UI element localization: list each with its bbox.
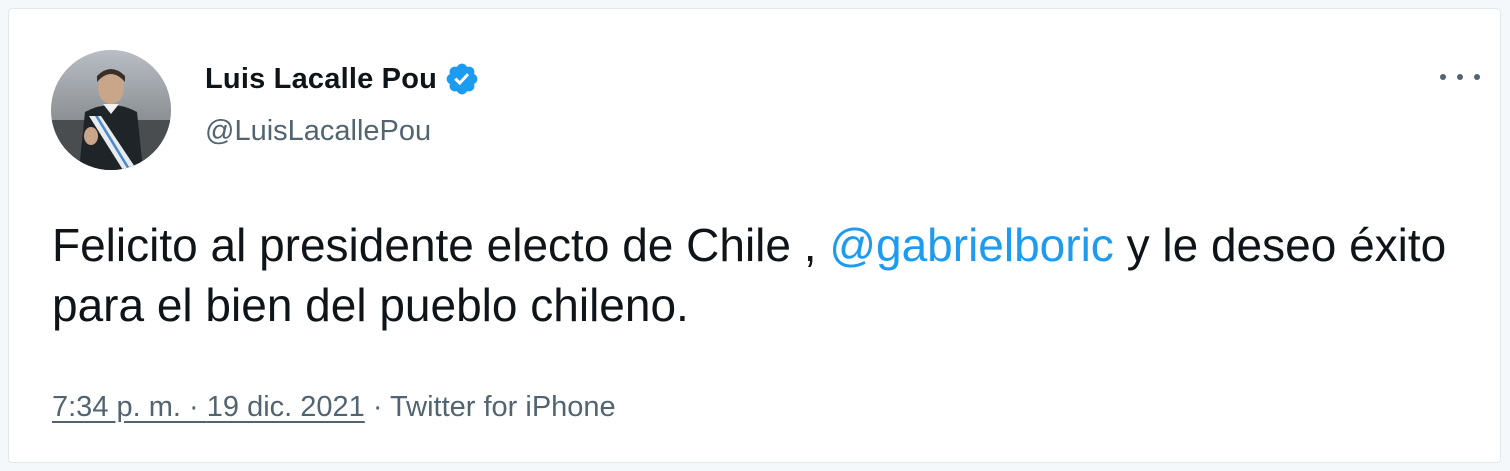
separator: · [364, 391, 391, 423]
dot [1440, 74, 1446, 80]
verified-badge-icon [444, 61, 480, 97]
avatar[interactable] [51, 50, 171, 170]
mention-link[interactable]: @gabrielboric [829, 219, 1114, 271]
author-handle[interactable]: @LuisLacallePou [205, 115, 431, 148]
display-name[interactable]: Luis Lacalle Pou [205, 63, 437, 96]
tweet-metadata: 7:34 p. m. · 19 dic. 2021 · Twitter for … [52, 391, 616, 424]
tweet-source: Twitter for iPhone [390, 391, 616, 423]
tweet-card: Luis Lacalle Pou @LuisLacallePou Felicit… [8, 8, 1501, 463]
more-options-icon[interactable] [1440, 67, 1480, 87]
dot [1474, 74, 1480, 80]
tweet-time: 7:34 p. m. [52, 391, 181, 423]
dot [1457, 74, 1463, 80]
profile-photo-icon [51, 50, 171, 170]
tweet-date: 19 dic. 2021 [206, 391, 365, 423]
author-name-row[interactable]: Luis Lacalle Pou [205, 59, 480, 99]
tweet-text-part: Felicito al presidente electo de Chile , [52, 219, 830, 271]
timestamp-link[interactable]: 7:34 p. m. · 19 dic. 2021 [52, 391, 365, 423]
tweet-text: Felicito al presidente electo de Chile ,… [52, 215, 1472, 335]
separator: · [180, 391, 207, 423]
